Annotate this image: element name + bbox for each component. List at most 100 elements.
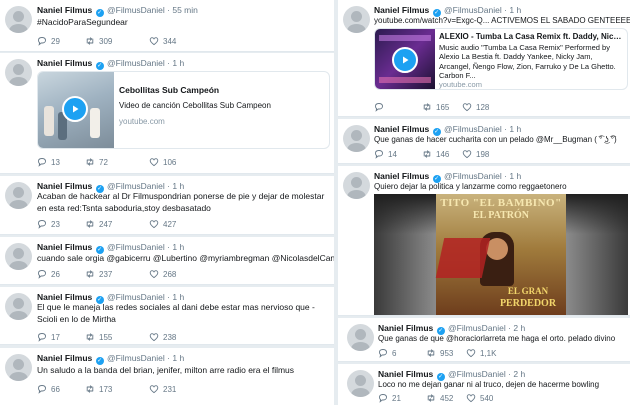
retweet-button[interactable]: 237 — [85, 269, 112, 279]
author-handle[interactable]: @FilmusDaniel — [107, 181, 165, 191]
avatar[interactable] — [347, 370, 374, 397]
author-name[interactable]: Naniel Filmus — [374, 171, 429, 181]
like-button[interactable]: 128 — [462, 102, 489, 112]
author-name[interactable]: Naniel Filmus — [37, 181, 92, 191]
like-button[interactable]: 540 — [466, 393, 493, 403]
tweet-text[interactable]: youtube.com/watch?v=Exgc-Q... ACTIVEMOS … — [374, 15, 630, 27]
avatar[interactable] — [5, 6, 32, 33]
author-name[interactable]: Naniel Filmus — [378, 323, 433, 333]
like-button[interactable]: 106 — [149, 157, 176, 167]
video-thumbnail[interactable] — [375, 29, 435, 89]
tweet[interactable]: Naniel Filmus ✓ @FilmusDaniel · 1 h El q… — [0, 287, 334, 345]
like-button[interactable]: 1,1K — [466, 348, 496, 358]
like-button[interactable]: 344 — [149, 36, 176, 46]
tweet[interactable]: Naniel Filmus ✓ @FilmusDaniel · 1 h Un s… — [0, 348, 334, 405]
retweet-button[interactable]: 155 — [85, 332, 112, 342]
reply-button[interactable]: 6 — [378, 348, 396, 358]
tweet-time[interactable]: 1 h — [509, 171, 521, 181]
avatar[interactable] — [343, 125, 370, 152]
like-button[interactable]: 238 — [149, 332, 176, 342]
link-card[interactable]: Cebollitas Sub Campeón Video de canción … — [37, 71, 330, 149]
reply-button[interactable]: 13 — [37, 157, 60, 167]
image-caption-line: EL GRAN — [507, 286, 549, 296]
tweet-time[interactable]: 1 h — [172, 292, 184, 302]
author-handle[interactable]: @FilmusDaniel — [107, 292, 165, 302]
author-handle[interactable]: @FilmusDaniel — [444, 124, 502, 134]
tweet-time[interactable]: 1 h — [172, 242, 184, 252]
reply-button[interactable]: 26 — [37, 269, 60, 279]
tweet[interactable]: Naniel Filmus ✓ @FilmusDaniel · 1 h Acab… — [0, 176, 334, 235]
tweet[interactable]: Naniel Filmus ✓ @FilmusDaniel · 1 h Que … — [338, 119, 630, 164]
retweet-button[interactable]: 247 — [85, 219, 112, 229]
tweet[interactable]: Naniel Filmus ✓ @FilmusDaniel · 1 h yout… — [338, 0, 630, 117]
tweet-time[interactable]: 55 min — [172, 5, 198, 15]
avatar[interactable] — [343, 6, 370, 33]
author-handle[interactable]: @FilmusDaniel — [107, 5, 165, 15]
avatar[interactable] — [5, 354, 32, 381]
author-handle[interactable]: @FilmusDaniel — [448, 323, 506, 333]
link-card[interactable]: ALEXIO - Tumba La Casa Remix ft. Daddy, … — [374, 28, 628, 90]
tweet-time[interactable]: 1 h — [509, 5, 521, 15]
tweet[interactable]: Naniel Filmus ✓ @FilmusDaniel · 1 h cuan… — [0, 237, 334, 285]
avatar[interactable] — [343, 172, 370, 199]
like-button[interactable]: 427 — [149, 219, 176, 229]
retweet-button[interactable]: 309 — [85, 36, 112, 46]
reply-button[interactable]: 17 — [37, 332, 60, 342]
avatar[interactable] — [5, 182, 32, 209]
retweet-button[interactable]: 173 — [85, 384, 112, 394]
author-handle[interactable]: @FilmusDaniel — [444, 171, 502, 181]
author-name[interactable]: Naniel Filmus — [378, 369, 433, 379]
tweet[interactable]: Naniel Filmus ✓ @FilmusDaniel · 55 min #… — [0, 0, 334, 52]
author-handle[interactable]: @FilmusDaniel — [448, 369, 506, 379]
tweet-time[interactable]: 1 h — [172, 353, 184, 363]
avatar[interactable] — [5, 293, 32, 320]
retweet-button[interactable]: 452 — [426, 393, 453, 403]
avatar[interactable] — [5, 243, 32, 270]
verified-badge-icon: ✓ — [95, 357, 104, 365]
tweet[interactable]: Naniel Filmus ✓ @FilmusDaniel · 1 h Quie… — [338, 166, 630, 316]
tweet-time[interactable]: 1 h — [509, 124, 521, 134]
retweet-icon — [85, 269, 95, 279]
author-handle[interactable]: @FilmusDaniel — [107, 58, 165, 68]
video-thumbnail[interactable] — [38, 72, 114, 148]
retweet-button[interactable]: 165 — [422, 102, 449, 112]
author-name[interactable]: Naniel Filmus — [37, 242, 92, 252]
avatar[interactable] — [347, 324, 374, 351]
play-icon[interactable] — [392, 47, 418, 73]
author-handle[interactable]: @FilmusDaniel — [444, 5, 502, 15]
reply-button[interactable]: 66 — [37, 384, 60, 394]
author-handle[interactable]: @FilmusDaniel — [107, 242, 165, 252]
author-name[interactable]: Naniel Filmus — [374, 5, 429, 15]
tweet[interactable]: Naniel Filmus ✓ @FilmusDaniel · 2 h Loco… — [338, 364, 630, 405]
reply-button[interactable] — [374, 102, 388, 112]
author-name[interactable]: Naniel Filmus — [374, 124, 429, 134]
tweet-time[interactable]: 1 h — [172, 58, 184, 68]
retweet-button[interactable]: 146 — [422, 149, 449, 159]
author-name[interactable]: Naniel Filmus — [37, 292, 92, 302]
retweet-button[interactable]: 72 — [85, 157, 108, 167]
author-handle[interactable]: @FilmusDaniel — [107, 353, 165, 363]
retweet-button[interactable]: 953 — [426, 348, 453, 358]
like-button[interactable]: 198 — [462, 149, 489, 159]
reply-icon — [378, 348, 388, 358]
like-count: 198 — [476, 149, 490, 159]
tweet-time[interactable]: 2 h — [513, 369, 525, 379]
author-name[interactable]: Naniel Filmus — [37, 58, 92, 68]
author-name[interactable]: Naniel Filmus — [37, 353, 92, 363]
retweet-icon — [85, 36, 95, 46]
reply-button[interactable]: 23 — [37, 219, 60, 229]
tweet[interactable]: Naniel Filmus ✓ @FilmusDaniel · 1 h Cebo… — [0, 53, 334, 174]
like-count: 427 — [163, 219, 177, 229]
reply-button[interactable]: 21 — [378, 393, 401, 403]
tweet[interactable]: Naniel Filmus ✓ @FilmusDaniel · 2 h Que … — [338, 318, 630, 362]
reply-button[interactable]: 14 — [374, 149, 397, 159]
tweet-image[interactable]: TITO "EL BAMBINO" EL PATRÓN EL GRAN PERD… — [374, 194, 628, 315]
play-icon[interactable] — [62, 96, 88, 122]
like-button[interactable]: 268 — [149, 269, 176, 279]
avatar[interactable] — [5, 59, 32, 86]
author-name[interactable]: Naniel Filmus — [37, 5, 92, 15]
reply-button[interactable]: 29 — [37, 36, 60, 46]
tweet-time[interactable]: 1 h — [172, 181, 184, 191]
tweet-time[interactable]: 2 h — [513, 323, 525, 333]
like-button[interactable]: 231 — [149, 384, 176, 394]
